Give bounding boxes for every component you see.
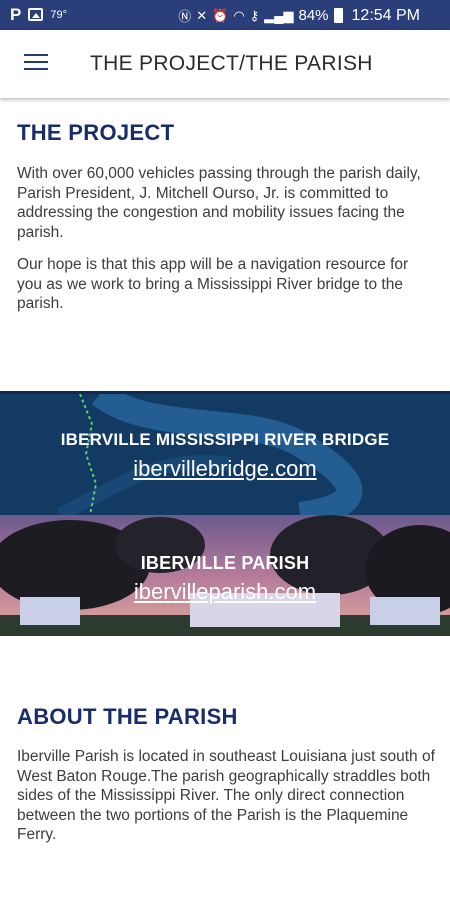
project-heading: THE PROJECT [17, 120, 175, 145]
app-title: THE PROJECT/THE PARISH [90, 52, 373, 75]
bridge-map-graphic [0, 394, 450, 515]
alarm-icon: ⏰ [212, 7, 229, 23]
nfc-icon: Ⓝ [178, 9, 192, 24]
parish-photo-graphic [0, 515, 450, 636]
status-left-icons: P 79° [10, 6, 67, 23]
mute-icon: ✕ [196, 7, 208, 23]
status-right-icons: Ⓝ ✕ ⏰ ◠ ⚷ ▂▄▆ 84% 12:54 PM [178, 6, 420, 25]
image-notification-icon [28, 8, 44, 21]
parish-banner[interactable]: IBERVILLE PARISH ibervilleparish.com [0, 515, 450, 636]
bridge-banner[interactable]: IBERVILLE MISSISSIPPI RIVER BRIDGE iberv… [0, 391, 450, 515]
wifi-icon: ◠ [233, 7, 245, 23]
hotspot-icon: ⚷ [249, 7, 260, 23]
parish-banner-link[interactable]: ibervilleparish.com [0, 579, 450, 605]
clock: 12:54 PM [351, 6, 420, 24]
signal-icon: ▂▄▆ [264, 7, 294, 23]
battery-percent: 84% [298, 7, 329, 24]
about-paragraph: Iberville Parish is located in southeast… [17, 748, 435, 843]
app-bar: THE PROJECT/THE PARISH [0, 30, 450, 98]
bridge-banner-link[interactable]: ibervillebridge.com [0, 456, 450, 482]
parish-banner-title: IBERVILLE PARISH [140, 553, 310, 573]
bridge-banner-title: IBERVILLE MISSISSIPPI RIVER BRIDGE [60, 430, 390, 449]
menu-icon[interactable] [24, 54, 48, 72]
temperature-text: 79° [50, 8, 67, 21]
battery-icon [333, 8, 343, 23]
status-bar: P 79° Ⓝ ✕ ⏰ ◠ ⚷ ▂▄▆ 84% 12:54 PM [0, 0, 450, 30]
about-heading: ABOUT THE PARISH [17, 704, 238, 729]
project-paragraph-2: Our hope is that this app will be a navi… [17, 256, 409, 312]
project-paragraph-1: With over 60,000 vehicles passing throug… [17, 165, 421, 241]
parking-notification-icon: P [10, 5, 22, 24]
